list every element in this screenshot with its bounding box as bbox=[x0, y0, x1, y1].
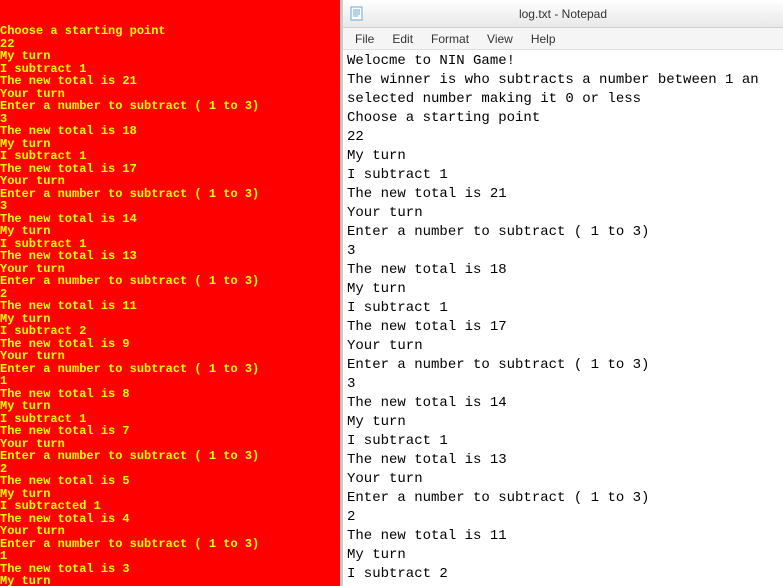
notepad-content[interactable]: Welocme to NIN Game! The winner is who s… bbox=[343, 50, 783, 586]
menu-view[interactable]: View bbox=[479, 30, 521, 48]
menu-file[interactable]: File bbox=[347, 30, 382, 48]
terminal-window[interactable]: Choose a starting point 22 My turn I sub… bbox=[0, 0, 340, 586]
menu-help[interactable]: Help bbox=[523, 30, 564, 48]
terminal-output: Choose a starting point 22 My turn I sub… bbox=[0, 25, 340, 586]
menu-format[interactable]: Format bbox=[423, 30, 477, 48]
notepad-title: log.txt - Notepad bbox=[519, 7, 607, 21]
notepad-menubar: File Edit Format View Help bbox=[343, 28, 783, 50]
menu-edit[interactable]: Edit bbox=[384, 30, 421, 48]
notepad-window: log.txt - Notepad File Edit Format View … bbox=[340, 0, 783, 586]
notepad-titlebar[interactable]: log.txt - Notepad bbox=[343, 0, 783, 28]
notepad-icon bbox=[349, 6, 365, 22]
